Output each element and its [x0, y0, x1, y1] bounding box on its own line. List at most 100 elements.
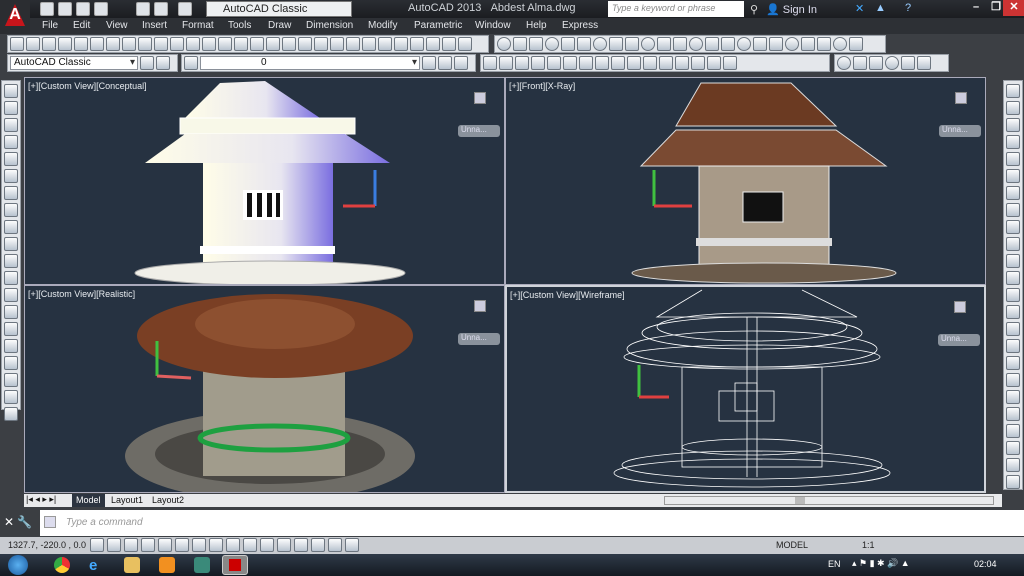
drafting-toggle-icon[interactable]	[226, 538, 240, 552]
standard-tool-icon[interactable]	[378, 37, 392, 51]
modeling-tool-icon[interactable]	[545, 37, 559, 51]
media-player-icon[interactable]	[159, 557, 175, 573]
menu-help[interactable]: Help	[526, 20, 547, 31]
binoculars-icon[interactable]: ⚲	[750, 3, 758, 16]
drafting-toggle-icon[interactable]	[107, 538, 121, 552]
standard-tool-icon[interactable]	[26, 37, 40, 51]
sign-in-button[interactable]: 👤 Sign In	[766, 3, 817, 16]
minimize-button[interactable]: –	[965, 0, 987, 16]
drafting-toggle-icon[interactable]	[158, 538, 172, 552]
draw-tool-icon[interactable]	[4, 356, 18, 370]
modify-tool-icon[interactable]	[1006, 373, 1020, 387]
draw-tool-icon[interactable]	[4, 203, 18, 217]
save-as-icon[interactable]	[94, 2, 108, 16]
drafting-toggle-icon[interactable]	[243, 538, 257, 552]
menu-parametric[interactable]: Parametric	[414, 20, 462, 31]
view-tool-icon[interactable]	[691, 56, 705, 70]
modify-tool-icon[interactable]	[1006, 84, 1020, 98]
modify-tool-icon[interactable]	[1006, 220, 1020, 234]
modify-tool-icon[interactable]	[1006, 390, 1020, 404]
modify-tool-icon[interactable]	[1006, 186, 1020, 200]
command-line[interactable]	[0, 510, 1024, 536]
menu-format[interactable]: Format	[182, 20, 214, 31]
model-space-button[interactable]: MODEL	[776, 540, 808, 550]
modeling-tool-icon[interactable]	[593, 37, 607, 51]
tab-model[interactable]: Model	[72, 494, 105, 507]
view-tool-icon[interactable]	[707, 56, 721, 70]
standard-tool-icon[interactable]	[74, 37, 88, 51]
view-tool-icon[interactable]	[627, 56, 641, 70]
view-tool-icon[interactable]	[483, 56, 497, 70]
autocad-taskbar-button[interactable]	[222, 555, 248, 575]
visual-style-icon[interactable]	[901, 56, 915, 70]
view-tool-icon[interactable]	[531, 56, 545, 70]
start-button[interactable]	[8, 555, 28, 575]
draw-tool-icon[interactable]	[4, 169, 18, 183]
visual-style-icon[interactable]	[837, 56, 851, 70]
modeling-tool-icon[interactable]	[689, 37, 703, 51]
draw-tool-icon[interactable]	[4, 339, 18, 353]
tab-layout2[interactable]: Layout2	[148, 494, 188, 507]
drafting-toggle-icon[interactable]	[175, 538, 189, 552]
draw-tool-icon[interactable]	[4, 305, 18, 319]
drafting-toggle-icon[interactable]	[311, 538, 325, 552]
modeling-tool-icon[interactable]	[753, 37, 767, 51]
standard-tool-icon[interactable]	[154, 37, 168, 51]
menu-dimension[interactable]: Dimension	[306, 20, 353, 31]
draw-tool-icon[interactable]	[4, 101, 18, 115]
modeling-tool-icon[interactable]	[641, 37, 655, 51]
close-button[interactable]: ✕	[1003, 0, 1024, 16]
tray-icons[interactable]: ▴ ⚑ ▮ ✱ 🔊 ▲	[852, 558, 910, 569]
command-input[interactable]: Type a command	[66, 517, 143, 528]
menu-tools[interactable]: Tools	[228, 20, 251, 31]
modify-tool-icon[interactable]	[1006, 475, 1020, 489]
drafting-toggle-icon[interactable]	[90, 538, 104, 552]
view-tool-icon[interactable]	[643, 56, 657, 70]
view-tool-icon[interactable]	[563, 56, 577, 70]
view-tool-icon[interactable]	[499, 56, 513, 70]
viewport-xray[interactable]: [+][Front][X-Ray] Unna...	[505, 77, 986, 285]
viewport-realistic[interactable]: [+][Custom View][Realistic] Unna...	[24, 285, 505, 493]
standard-tool-icon[interactable]	[90, 37, 104, 51]
draw-tool-icon[interactable]	[4, 135, 18, 149]
drafting-toggle-icon[interactable]	[124, 538, 138, 552]
draw-tool-icon[interactable]	[4, 186, 18, 200]
view-tool-icon[interactable]	[547, 56, 561, 70]
workspace-dropdown[interactable]: AutoCAD Classic	[206, 1, 352, 17]
modify-tool-icon[interactable]	[1006, 203, 1020, 217]
modify-tool-icon[interactable]	[1006, 407, 1020, 421]
app-icon[interactable]	[194, 557, 210, 573]
chrome-icon[interactable]	[54, 557, 70, 573]
drafting-toggle-icon[interactable]	[141, 538, 155, 552]
draw-tool-icon[interactable]	[4, 84, 18, 98]
standard-tool-icon[interactable]	[10, 37, 24, 51]
visual-style-icon[interactable]	[885, 56, 899, 70]
application-menu-button[interactable]: A	[0, 0, 30, 34]
standard-tool-icon[interactable]	[330, 37, 344, 51]
layer-properties-icon[interactable]	[184, 56, 198, 70]
draw-tool-icon[interactable]	[4, 407, 18, 421]
drafting-toggle-icon[interactable]	[209, 538, 223, 552]
standard-tool-icon[interactable]	[442, 37, 456, 51]
annotation-scale[interactable]: 1:1	[862, 540, 875, 550]
modeling-tool-icon[interactable]	[497, 37, 511, 51]
workspace-settings-icon[interactable]	[156, 56, 170, 70]
modeling-tool-icon[interactable]	[561, 37, 575, 51]
view-tool-icon[interactable]	[611, 56, 625, 70]
standard-tool-icon[interactable]	[106, 37, 120, 51]
draw-tool-icon[interactable]	[4, 390, 18, 404]
modeling-tool-icon[interactable]	[849, 37, 863, 51]
layer-previous-icon[interactable]	[438, 56, 452, 70]
standard-tool-icon[interactable]	[218, 37, 232, 51]
redo-icon[interactable]	[178, 2, 192, 16]
modify-tool-icon[interactable]	[1006, 339, 1020, 353]
standard-tool-icon[interactable]	[58, 37, 72, 51]
modify-tool-icon[interactable]	[1006, 271, 1020, 285]
viewport-conceptual[interactable]: [+][Custom View][Conceptual] Unna...	[24, 77, 505, 285]
save-icon[interactable]	[76, 2, 90, 16]
standard-tool-icon[interactable]	[282, 37, 296, 51]
workspace-select[interactable]: AutoCAD Classic	[10, 56, 138, 70]
draw-tool-icon[interactable]	[4, 322, 18, 336]
visual-style-icon[interactable]	[917, 56, 931, 70]
menu-express[interactable]: Express	[562, 20, 598, 31]
